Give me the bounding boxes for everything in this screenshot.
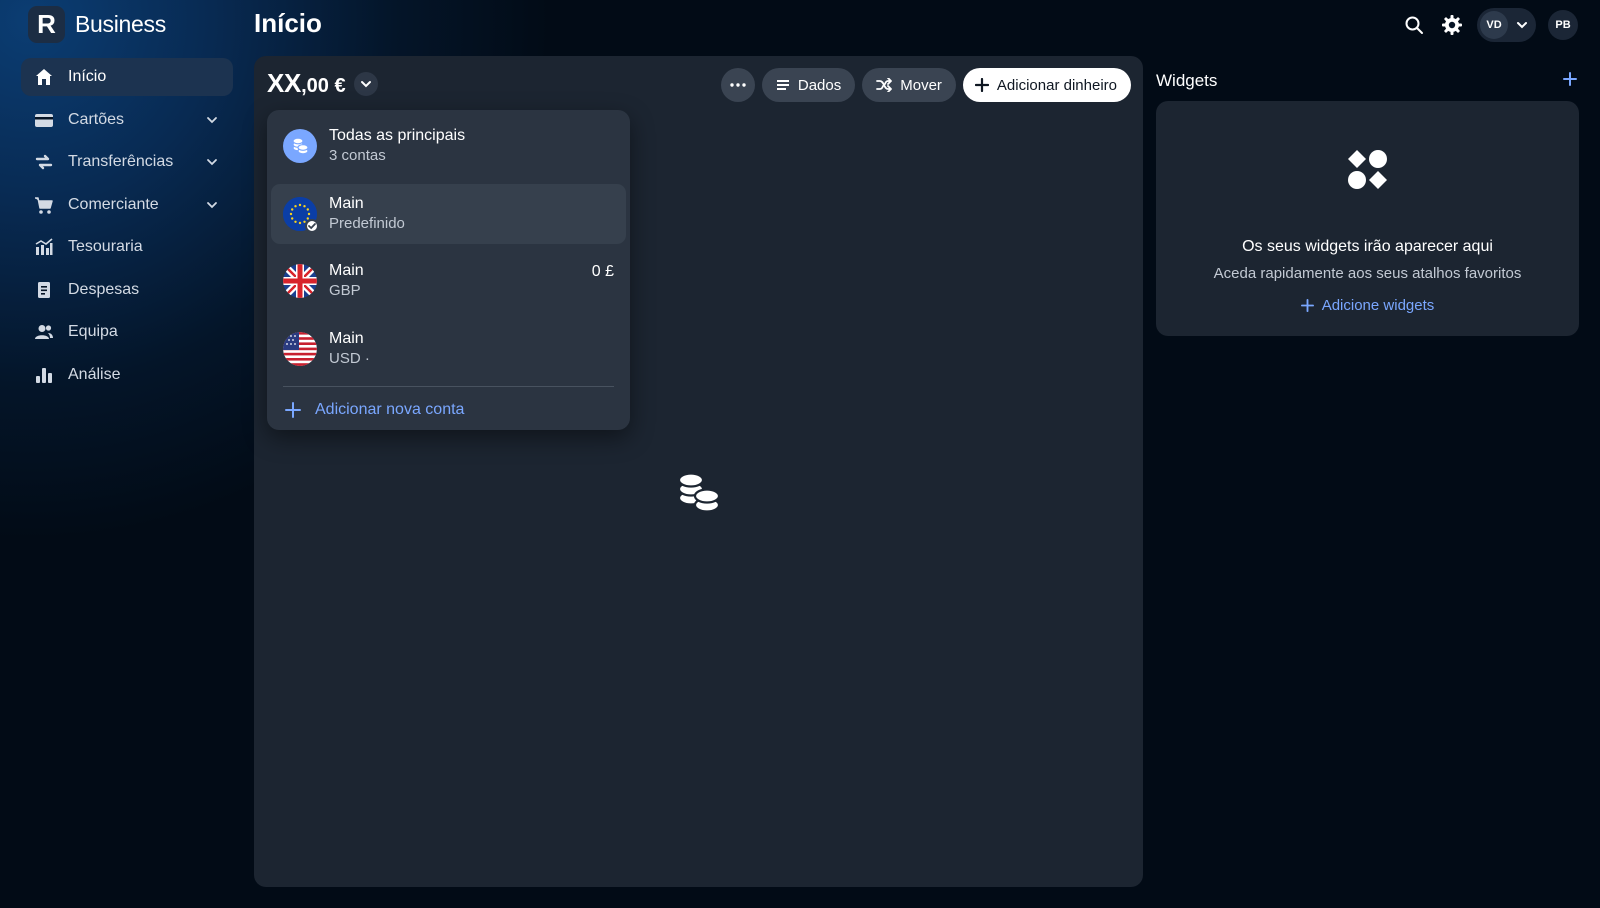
account-sub: 3 contas [329, 147, 386, 164]
list-icon [776, 80, 789, 90]
add-money-button[interactable]: Adicionar dinheiro [962, 68, 1131, 102]
chevron-down-icon [360, 80, 371, 87]
sidebar-item-label: Tesouraria [68, 238, 143, 255]
widgets-empty-card: Os seus widgets irão aparecer aqui Aceda… [1156, 101, 1579, 336]
plus-icon [1300, 299, 1314, 312]
sidebar-item-despesas[interactable]: Despesas [21, 271, 233, 309]
account-option-gbp[interactable]: Main GBP 0 £ [271, 251, 626, 311]
brand-logo[interactable]: R Business [28, 6, 166, 43]
account-name: Main [329, 329, 364, 347]
account-name: Main [329, 194, 364, 212]
sidebar-item-label: Despesas [68, 280, 140, 298]
chevron-down-icon [207, 159, 217, 166]
shuffle-icon [876, 78, 893, 92]
balance-integer: XX [267, 68, 302, 98]
sidebar-item-inicio[interactable]: Início [21, 58, 233, 96]
data-button-label: Dados [797, 76, 842, 94]
sidebar-item-label: Início [68, 68, 107, 85]
plus-icon [285, 402, 301, 418]
add-widget-plus-icon[interactable] [1562, 71, 1578, 87]
account-option-usd[interactable]: Main USD · [271, 319, 626, 379]
more-button[interactable] [720, 68, 755, 102]
uk-flag-icon [283, 264, 317, 298]
account-option-eur[interactable]: Main Predefinido [271, 183, 626, 244]
balance-decimal: ,00 € [301, 75, 346, 97]
more-dots-icon [730, 83, 746, 87]
account-sub: GBP [329, 282, 361, 299]
sidebar-item-label: Análise [68, 365, 121, 383]
account-dropdown: Todas as principais 3 contas Main Predef… [267, 110, 630, 430]
balance-amount: XX,00 € [267, 68, 346, 99]
widgets-empty-heading: Os seus widgets irão aparecer aqui [1242, 238, 1493, 255]
sidebar-item-analise[interactable]: Análise [21, 356, 233, 394]
account-name: Main [329, 262, 364, 279]
user-menu-button[interactable]: VD [1477, 8, 1536, 42]
sidebar-item-cartoes[interactable]: Cartões [21, 101, 233, 139]
add-widgets-label: Adicione widgets [1321, 297, 1435, 314]
card-icon [34, 110, 54, 130]
selected-check-icon [305, 218, 319, 233]
logo-mark: R [28, 6, 65, 43]
sidebar-item-label: Cartões [68, 110, 125, 128]
receipt-icon [34, 280, 54, 300]
balance-display: XX,00 € [267, 68, 378, 99]
plus-icon [974, 78, 989, 92]
account-balance: 0 £ [591, 263, 614, 280]
widgets-title: Widgets [1156, 71, 1218, 90]
search-icon[interactable] [1401, 12, 1427, 38]
account-option-all[interactable]: Todas as principais 3 contas [271, 116, 626, 176]
brand-name: Business [75, 11, 166, 37]
cart-icon [34, 195, 54, 215]
coins-icon [676, 470, 722, 516]
add-new-account-button[interactable]: Adicionar nova conta [271, 387, 626, 419]
balance-actions: Dados Mover Adicionar dinheiro [720, 68, 1131, 102]
team-icon [34, 322, 54, 342]
top-right-controls: VD PB [1401, 8, 1578, 42]
add-money-label: Adicionar dinheiro [996, 76, 1117, 94]
data-button[interactable]: Dados [761, 68, 856, 102]
add-new-account-label: Adicionar nova conta [315, 401, 465, 418]
chevron-down-icon [207, 116, 217, 123]
account-selector-button[interactable] [353, 71, 378, 96]
sidebar-item-equipa[interactable]: Equipa [21, 313, 233, 351]
chevron-down-icon [207, 201, 217, 208]
bar-chart-icon [34, 365, 54, 385]
treasury-chart-icon [34, 237, 54, 257]
widgets-empty-sub: Aceda rapidamente aos seus atalhos favor… [1213, 265, 1522, 282]
user-avatar: VD [1480, 11, 1508, 39]
account-name: Todas as principais [329, 127, 466, 144]
eu-flag-icon [283, 196, 319, 233]
transfer-icon [34, 152, 54, 172]
all-accounts-icon [283, 129, 317, 163]
profile-avatar[interactable]: PB [1548, 10, 1578, 40]
sidebar-item-label: Equipa [68, 323, 118, 340]
add-widgets-link[interactable]: Adicione widgets [1156, 297, 1579, 314]
sidebar-item-transferencias[interactable]: Transferências [21, 143, 233, 181]
sidebar-item-tesouraria[interactable]: Tesouraria [21, 228, 233, 266]
move-button-label: Mover [900, 76, 942, 94]
sidebar: Início Cartões Transferências Comerciant… [21, 58, 233, 398]
account-sub: Predefinido [329, 214, 405, 232]
chevron-down-icon [1517, 22, 1527, 29]
page-title: Início [254, 8, 322, 38]
move-button[interactable]: Mover [862, 68, 956, 102]
sidebar-item-comerciante[interactable]: Comerciante [21, 186, 233, 224]
account-sub: USD · [329, 349, 370, 367]
widgets-shapes-icon [1347, 149, 1389, 191]
sidebar-item-label: Comerciante [68, 195, 159, 213]
us-flag-icon [283, 331, 317, 366]
sidebar-item-label: Transferências [68, 153, 174, 170]
home-icon [34, 67, 54, 87]
gear-icon[interactable] [1439, 12, 1465, 38]
